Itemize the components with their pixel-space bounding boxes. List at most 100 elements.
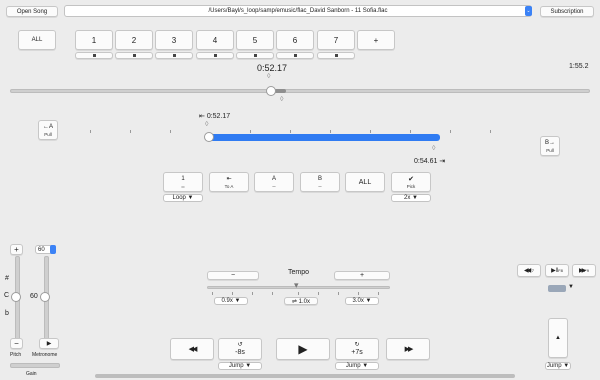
loop-range-bar[interactable] <box>209 134 440 141</box>
loop-all-range-button[interactable]: ALL <box>345 172 385 192</box>
slot-7-stop-button[interactable] <box>317 52 355 59</box>
set-a-button[interactable]: A ─ <box>254 172 294 192</box>
pull-a-button[interactable]: ←A Pull <box>38 120 58 140</box>
f8-play-pause-button[interactable]: ▶‖ F8 <box>545 264 569 277</box>
tempo-tick <box>378 292 379 295</box>
forward-icon: ↻ <box>354 342 360 348</box>
zoom-tick <box>450 130 451 133</box>
loop-start-time: ⇤ 0:52.17 <box>199 113 231 120</box>
subscription-button[interactable]: Subscription <box>540 6 594 17</box>
loop-start-handle-icon: ◊ <box>205 121 209 128</box>
note-label: C <box>4 292 10 299</box>
stop-icon <box>253 54 257 57</box>
set-b-button[interactable]: B ─ <box>300 172 340 192</box>
pitch-stepper-icon[interactable] <box>50 245 56 254</box>
slot-6-stop-button[interactable] <box>276 52 314 59</box>
tempo-slider-thumb[interactable]: ▾ <box>294 281 299 290</box>
to-a-button[interactable]: ⇤ To A <box>209 172 249 192</box>
loop-slot-6[interactable]: 6 <box>276 30 314 50</box>
sharp-label: # <box>5 275 9 282</box>
tempo-reset-button[interactable]: ⇌ 1.0x <box>284 297 318 305</box>
horizontal-scrollbar[interactable] <box>95 374 515 378</box>
segment-dropdown-icon: ▼ <box>568 284 574 290</box>
up-arrow-icon: ▲ <box>555 335 561 341</box>
metronome-label: Metronome <box>32 352 58 358</box>
loop-slot-1[interactable]: 1 <box>75 30 113 50</box>
loop-end-time: 0:54.61 ⇥ <box>414 158 446 165</box>
pick-rate-select[interactable]: 2x ▼ <box>391 194 431 202</box>
stop-icon <box>213 54 217 57</box>
position-slider-thumb[interactable] <box>266 86 276 96</box>
tempo-minus-button[interactable]: − <box>207 271 259 280</box>
stop-icon <box>334 54 338 57</box>
slot-4-stop-button[interactable] <box>196 52 234 59</box>
back-icon: ↺ <box>237 342 243 348</box>
pitch-slider-thumb[interactable] <box>11 292 21 302</box>
open-song-button[interactable]: Open Song <box>6 6 58 17</box>
play-button[interactable]: ▶ <box>276 338 330 360</box>
tempo-fast-select[interactable]: 3.0x ▼ <box>345 297 379 305</box>
loop-slot-5[interactable]: 5 <box>236 30 274 50</box>
pitch-minus-button[interactable]: − <box>10 338 23 349</box>
back-8s-button[interactable]: ↺ -8s <box>218 338 262 360</box>
slot-1-stop-button[interactable] <box>75 52 113 59</box>
loop-count-button[interactable]: 1 ═ <box>163 172 203 192</box>
to-a-icon: ⇤ <box>226 176 232 182</box>
pitch-plus-button[interactable]: + <box>10 244 23 255</box>
tempo-tick <box>252 292 253 295</box>
loop-start-thumb[interactable] <box>204 132 214 142</box>
song-path-select[interactable]: /Users/Bayl/s_loop/samp/emusic/flac_Davi… <box>64 5 532 17</box>
pull-b-button[interactable]: B→ Pull <box>540 136 560 156</box>
loop-end-icon: ⇥ <box>439 158 446 165</box>
loop-end-handle-icon: ◊ <box>432 145 436 152</box>
tempo-label: Tempo <box>288 269 310 276</box>
tempo-tick <box>232 292 233 295</box>
loop-select[interactable]: Loop ▼ <box>163 194 203 202</box>
slot-2-stop-button[interactable] <box>115 52 153 59</box>
forward-7s-button[interactable]: ↻ +7s <box>335 338 379 360</box>
right-jump-select[interactable]: Jump ▼ <box>545 362 571 370</box>
zoom-tick <box>290 130 291 133</box>
gain-slider-track[interactable] <box>10 363 60 368</box>
f7-rewind-button[interactable]: ◀◀ F7 <box>517 264 541 277</box>
gain-label: Gain <box>26 371 37 377</box>
zoom-tick <box>170 130 171 133</box>
zoom-tick <box>410 130 411 133</box>
pull-a-label: ←A <box>42 124 53 130</box>
loop-slot-7[interactable]: 7 <box>317 30 355 50</box>
tempo-plus-button[interactable]: + <box>334 271 390 280</box>
check-icon: ✔ <box>408 176 414 183</box>
loop-start-marker-icon: ◊ <box>267 73 271 80</box>
fast-forward-button[interactable]: ▶▶ <box>386 338 430 360</box>
rewind-icon: ◀◀ <box>188 346 198 353</box>
metronome-play-button[interactable]: ▶ <box>39 338 59 349</box>
slot-5-stop-button[interactable] <box>236 52 274 59</box>
stop-icon <box>92 54 96 57</box>
path-dropdown-icon: ⌄ <box>525 6 532 16</box>
pick-button[interactable]: ✔ Pick <box>391 172 431 192</box>
f9-forward-button[interactable]: ▶▶ F9 <box>572 264 596 277</box>
position-track[interactable] <box>10 89 590 93</box>
up-button[interactable]: ▲ <box>548 318 568 358</box>
rewind-button[interactable]: ◀◀ <box>170 338 214 360</box>
duration: 1:55.2 <box>569 63 589 70</box>
loop-slot-3[interactable]: 3 <box>155 30 193 50</box>
fast-forward-icon: ▶▶ <box>404 346 414 353</box>
song-path-text: /Users/Bayl/s_loop/samp/emusic/flac_Davi… <box>208 8 388 14</box>
add-loop-button[interactable]: + <box>357 30 395 50</box>
f8-icon: ▶‖ <box>551 268 559 274</box>
tempo-tick <box>318 292 319 295</box>
loop-slot-2[interactable]: 2 <box>115 30 153 50</box>
tempo-slow-select[interactable]: 0.9x ▼ <box>214 297 248 305</box>
jump-back-select[interactable]: Jump ▼ <box>218 362 262 370</box>
slot-3-stop-button[interactable] <box>155 52 193 59</box>
segment-toggle[interactable] <box>548 285 566 292</box>
zoom-tick <box>250 130 251 133</box>
loop-slot-4[interactable]: 4 <box>196 30 234 50</box>
metronome-value: 60 <box>30 293 38 300</box>
loop-all-button[interactable]: ALL <box>18 30 56 50</box>
jump-forward-select[interactable]: Jump ▼ <box>335 362 379 370</box>
metronome-slider-thumb[interactable] <box>40 292 50 302</box>
zoom-tick <box>330 130 331 133</box>
tempo-tick <box>272 292 273 295</box>
